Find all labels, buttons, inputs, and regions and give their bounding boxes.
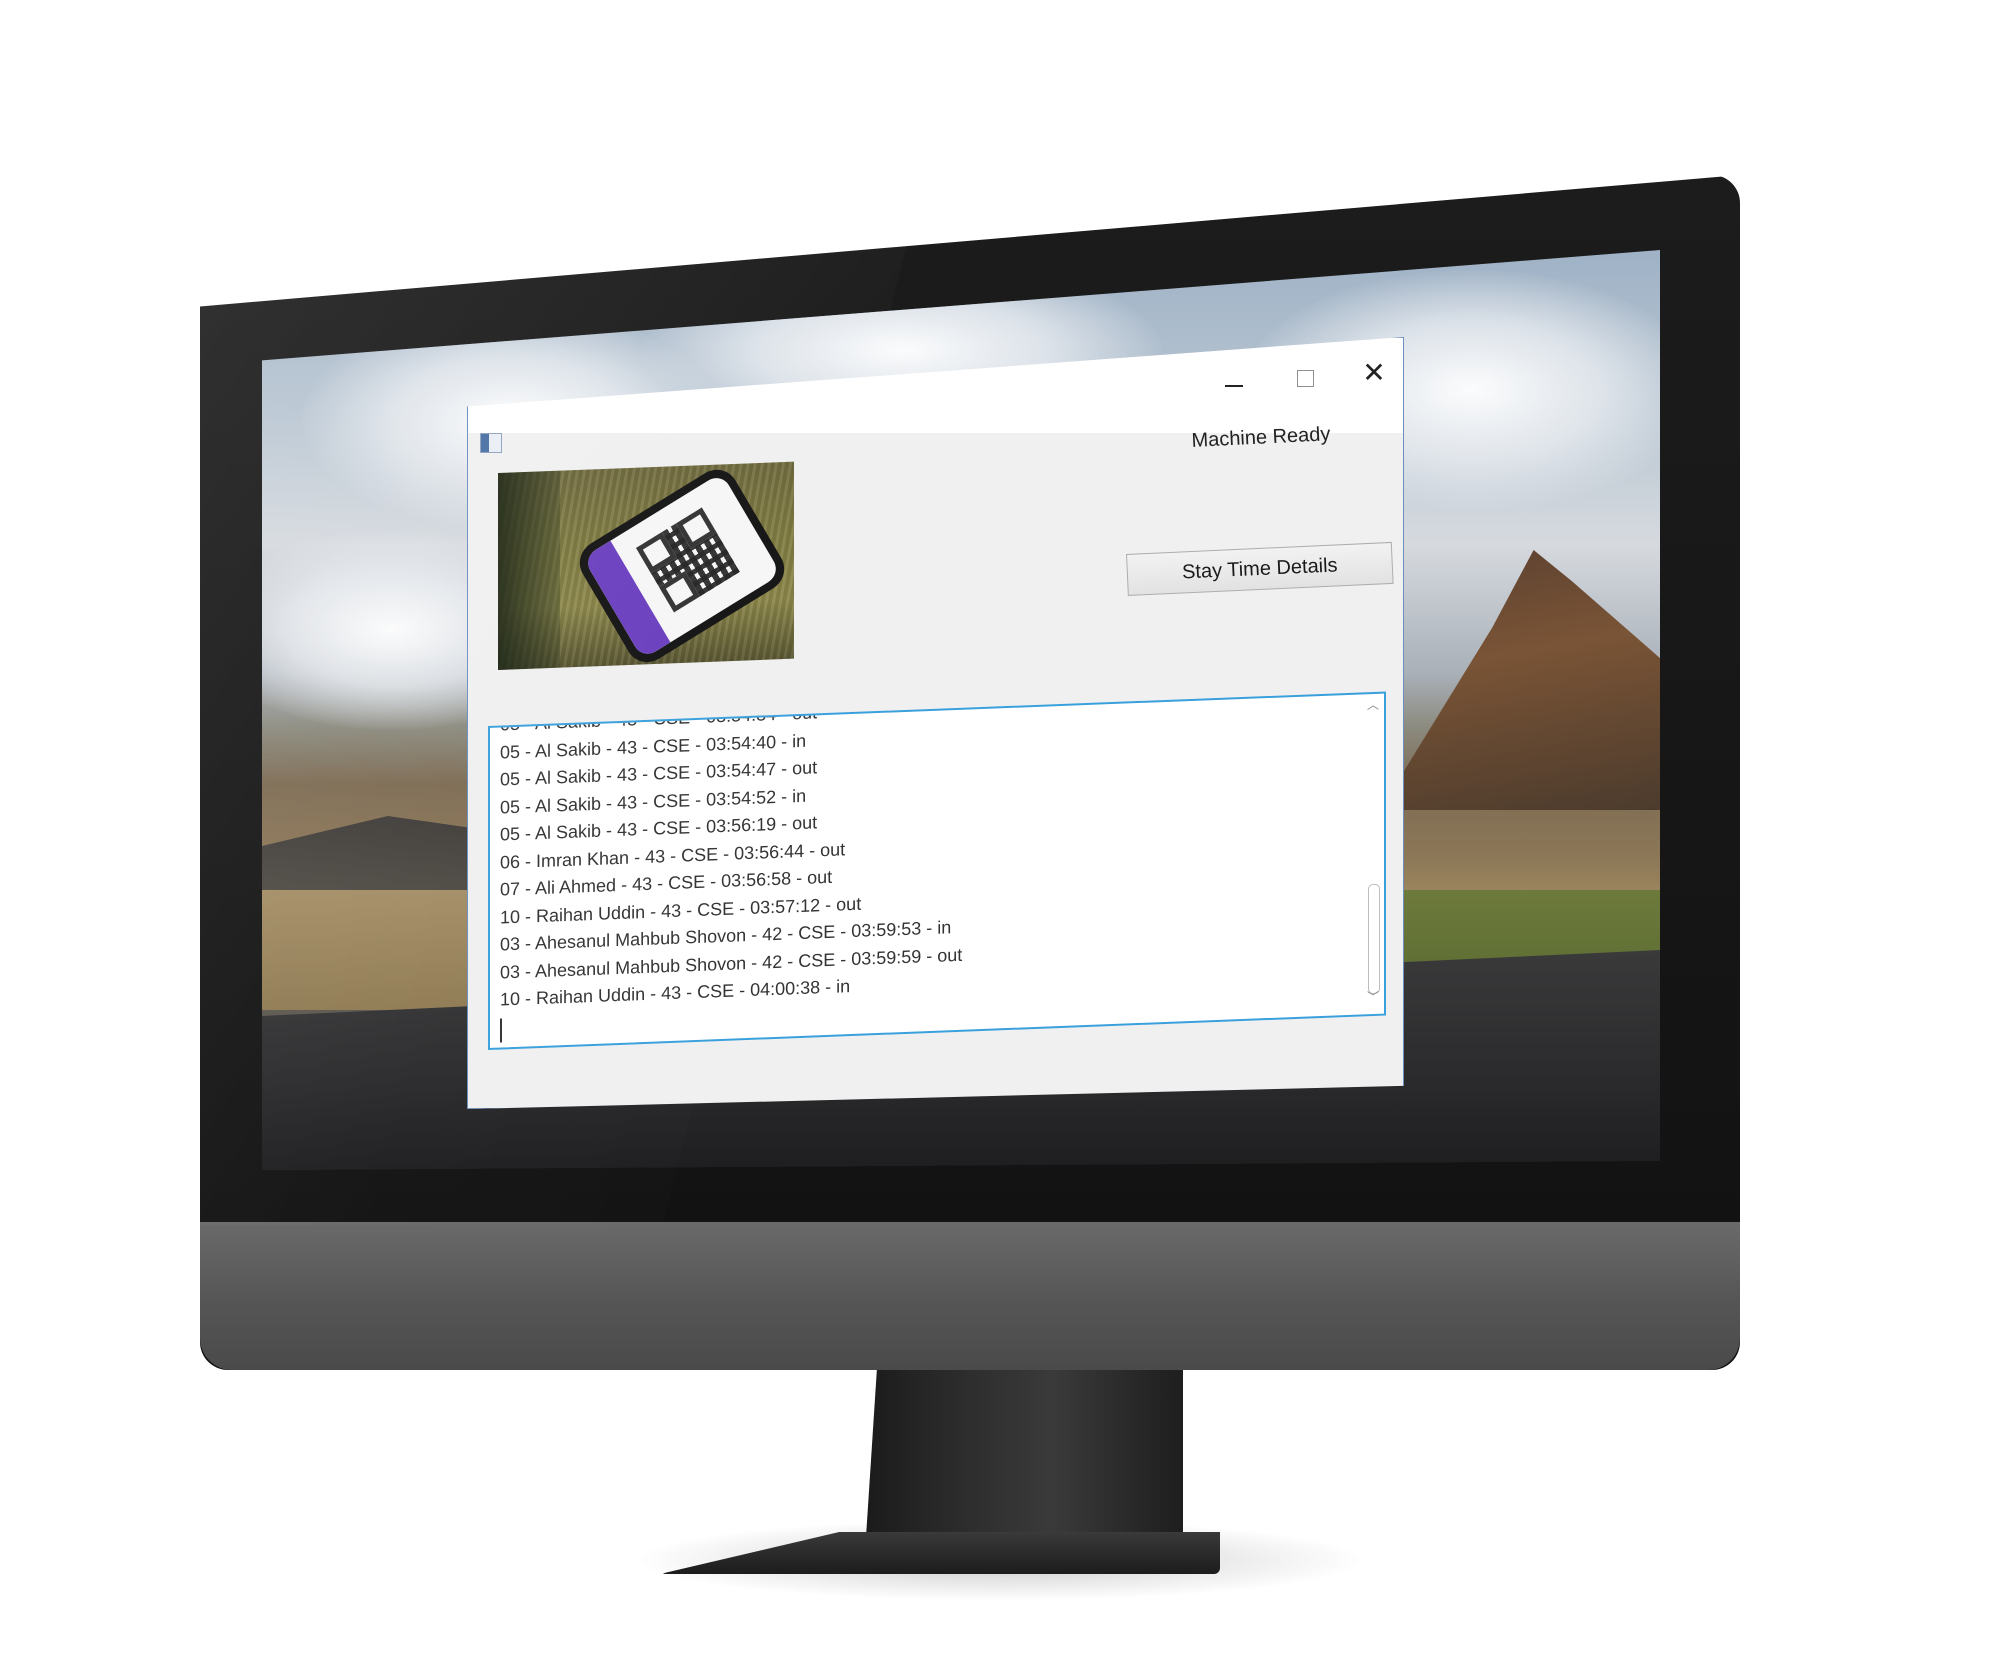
chevron-down-icon[interactable]: ﹀ [1366, 990, 1380, 1005]
desktop-scene: ✕ Machine Ready Stay Time Details 05 - A… [0, 0, 2000, 1676]
app-window-icon [480, 433, 502, 453]
maximize-button[interactable] [1281, 358, 1329, 398]
stay-time-details-button[interactable]: Stay Time Details [1126, 541, 1394, 596]
qr-finder-pattern [675, 507, 717, 549]
qr-code [636, 507, 740, 613]
wallpaper-mountain [1380, 550, 1660, 810]
scrollbar-thumb[interactable] [1368, 883, 1380, 995]
close-icon: ✕ [1362, 356, 1386, 389]
qr-finder-pattern [636, 532, 677, 574]
desktop-wallpaper: ✕ Machine Ready Stay Time Details 05 - A… [262, 250, 1660, 1170]
camera-shadow [498, 470, 560, 670]
minimize-icon [1225, 385, 1243, 387]
text-caret [500, 1017, 502, 1043]
close-button[interactable]: ✕ [1350, 353, 1398, 393]
camera-preview [498, 461, 794, 670]
log-scrollbar[interactable]: ︿ ﹀ [1366, 698, 1380, 1005]
maximize-icon [1296, 369, 1314, 387]
minimize-button[interactable] [1210, 360, 1258, 400]
monitor-stand [864, 1360, 1183, 1560]
attendance-log-textarea[interactable]: 05 - Al Sakib - 43 - CSE - 03:54:34 - ou… [488, 691, 1386, 1050]
qr-finder-pattern [659, 571, 700, 613]
chevron-up-icon[interactable]: ︿ [1366, 698, 1380, 713]
app-window: ✕ Machine Ready Stay Time Details 05 - A… [467, 337, 1404, 1109]
monitor-chin [200, 1222, 1740, 1370]
log-lines: 05 - Al Sakib - 43 - CSE - 03:54:34 - ou… [500, 695, 1340, 1043]
